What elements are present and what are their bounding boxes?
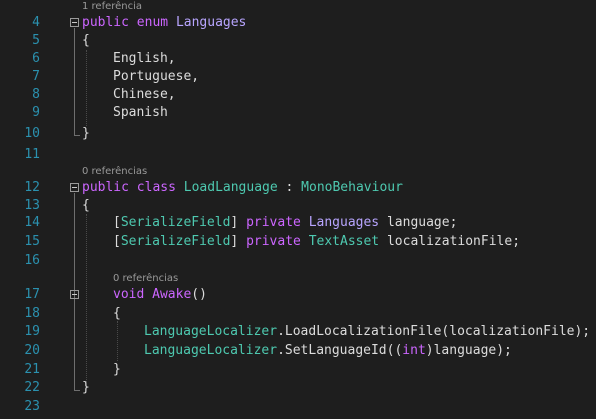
codelens-references[interactable]: 0 referências — [113, 272, 178, 286]
keyword: int — [402, 343, 426, 358]
code-line: } — [82, 126, 90, 141]
class-name: LanguageLocalizer — [144, 324, 278, 339]
collapse-method-icon[interactable] — [70, 290, 79, 299]
line-number-gutter: 4 5 6 7 8 9 10 11 12 13 14 15 16 17 18 1… — [0, 0, 42, 419]
keyword: private — [246, 215, 301, 230]
type-name: TextAsset — [308, 234, 380, 249]
cast-argument: )language); — [425, 343, 512, 358]
method-call: .SetLanguageId(( — [277, 343, 403, 358]
base-class-name: MonoBehaviour — [301, 180, 403, 195]
line-number: 6 — [32, 51, 40, 66]
fold-outline-end — [74, 390, 80, 391]
line-number: 5 — [32, 33, 40, 48]
code-editor[interactable]: 4 5 6 7 8 9 10 11 12 13 14 15 16 17 18 1… — [0, 0, 596, 419]
code-line: LanguageLocalizer.LoadLocalizationFile(l… — [144, 323, 590, 341]
line-number: 22 — [24, 380, 40, 395]
bracket: ] — [230, 234, 239, 249]
method-name: Awake — [152, 287, 192, 302]
code-line: Chinese, — [113, 87, 176, 102]
inheritance-separator: : — [277, 180, 302, 195]
code-line: void Awake() — [113, 286, 207, 304]
bracket: [ — [113, 234, 121, 249]
line-number: 17 — [24, 287, 40, 302]
keyword: public — [82, 15, 129, 30]
code-line: [SerializeField] private TextAsset local… — [113, 233, 520, 251]
keyword: enum — [136, 15, 169, 30]
code-line: LanguageLocalizer.SetLanguageId((int)lan… — [144, 342, 512, 360]
line-number: 7 — [32, 69, 40, 84]
keyword: private — [246, 234, 301, 249]
collapse-enum-icon[interactable] — [70, 18, 79, 27]
code-line: { — [82, 33, 90, 48]
line-number: 20 — [24, 343, 40, 358]
line-number: 21 — [24, 362, 40, 377]
code-line: English, — [113, 51, 176, 66]
attribute-name: SerializeField — [120, 234, 231, 249]
line-number: 16 — [24, 253, 40, 268]
line-number: 15 — [24, 234, 40, 249]
codelens-references[interactable]: 0 referências — [82, 165, 147, 179]
line-number: 14 — [24, 215, 40, 230]
fold-outline-end — [74, 135, 80, 136]
collapse-class-icon[interactable] — [70, 183, 79, 192]
line-number: 11 — [24, 147, 40, 162]
enum-name: Languages — [175, 15, 247, 30]
fold-outline — [74, 28, 75, 135]
field-declaration: language; — [379, 215, 458, 230]
code-line: [SerializeField] private Languages langu… — [113, 214, 457, 232]
code-line: } — [113, 362, 121, 377]
method-call: .LoadLocalizationFile(localizationFile); — [277, 324, 591, 339]
line-number: 8 — [32, 87, 40, 102]
keyword: public — [82, 180, 129, 195]
code-line: Spanish — [113, 105, 168, 120]
keyword: void — [113, 287, 145, 302]
line-number: 23 — [24, 399, 40, 414]
type-name: Languages — [308, 215, 380, 230]
indent-guide — [86, 214, 87, 382]
indent-guide — [86, 50, 87, 126]
class-name: LanguageLocalizer — [144, 343, 278, 358]
line-number: 10 — [24, 126, 40, 141]
line-number: 9 — [32, 105, 40, 120]
line-number: 18 — [24, 306, 40, 321]
attribute-name: SerializeField — [120, 215, 231, 230]
indent-guide — [117, 321, 118, 361]
line-number: 12 — [24, 180, 40, 195]
bracket: [ — [113, 215, 121, 230]
keyword: class — [136, 180, 176, 195]
codelens-references[interactable]: 1 referência — [82, 0, 142, 14]
line-number: 13 — [24, 198, 40, 213]
class-name: LoadLanguage — [183, 180, 278, 195]
bracket: ] — [230, 215, 239, 230]
field-declaration: localizationFile; — [379, 234, 521, 249]
code-line: } — [82, 380, 90, 395]
line-number: 19 — [24, 324, 40, 339]
code-line: { — [113, 306, 121, 321]
line-number: 4 — [32, 15, 40, 30]
code-line: public class LoadLanguage : MonoBehaviou… — [82, 179, 403, 197]
parameter-list: () — [191, 287, 207, 302]
code-line: public enum Languages — [82, 14, 246, 32]
code-line: { — [82, 198, 90, 213]
code-line: Portuguese, — [113, 69, 200, 84]
